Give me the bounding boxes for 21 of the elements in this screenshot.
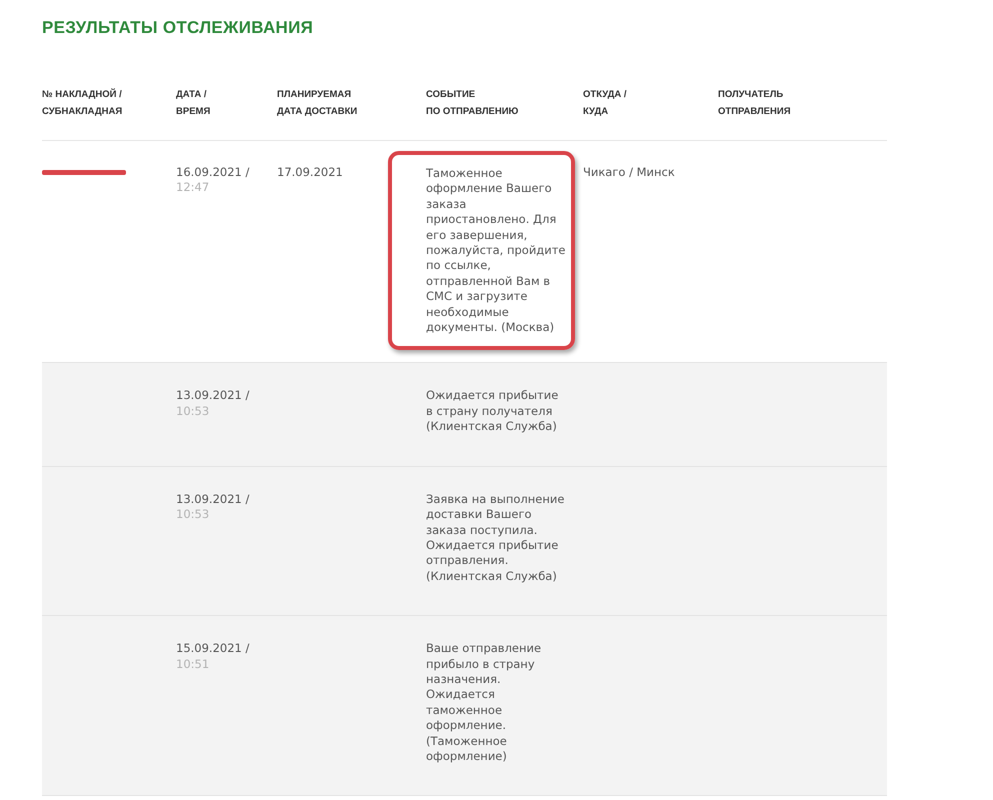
column-header: № НАКЛАДНОЙ / СУБНАКЛАДНАЯ [42, 87, 124, 119]
page-title: РЕЗУЛЬТАТЫ ОТСЛЕЖИВАНИЯ [42, 18, 314, 38]
date-text: 16.09.2021 / [176, 165, 250, 180]
date-text: 13.09.2021 / [176, 388, 250, 404]
column-header: ПОЛУЧАТЕЛЬ ОТПРАВЛЕНИЯ [718, 88, 792, 119]
column-header: ОТКУДА / КУДА [583, 88, 628, 119]
column-header: ПЛАНИРУЕМАЯ ДАТА ДОСТАВКИ [277, 88, 358, 119]
time-text: 10:53 [176, 404, 210, 420]
time-text: 10:51 [176, 656, 210, 672]
date-text: 15.09.2021 / [176, 641, 250, 657]
planned-date: 17.09.2021 [277, 165, 343, 179]
event-text: Ожидается прибытие в страну получателя (Клиентская Служба) [426, 388, 560, 435]
column-header: СОБЫТИЕ ПО ОТПРАВЛЕНИЮ [426, 88, 520, 119]
event-text: Таможенное оформление Вашего заказа приостановлено. Для его завершения, пожалуйста, пройдите по ссылке, отправленной Вам в СМС и загрузите необходимые документы. (Москва) [426, 166, 566, 336]
event-text: Заявка на выполнение доставки Вашего заказа поступила. Ожидается прибытие отправления. (Клиентская Служба) [426, 492, 566, 584]
route-text: Чикаго / Минск [583, 165, 675, 179]
time-text: 10:53 [176, 507, 210, 522]
column-header: ДАТА / ВРЕМЯ [176, 88, 212, 119]
time-text: 12:47 [176, 180, 210, 196]
event-text: Ваше отправление прибыло в страну назначения. Ожидается таможенное оформление. (Таможенное оформление) [426, 641, 542, 764]
date-text: 13.09.2021 / [176, 492, 250, 508]
